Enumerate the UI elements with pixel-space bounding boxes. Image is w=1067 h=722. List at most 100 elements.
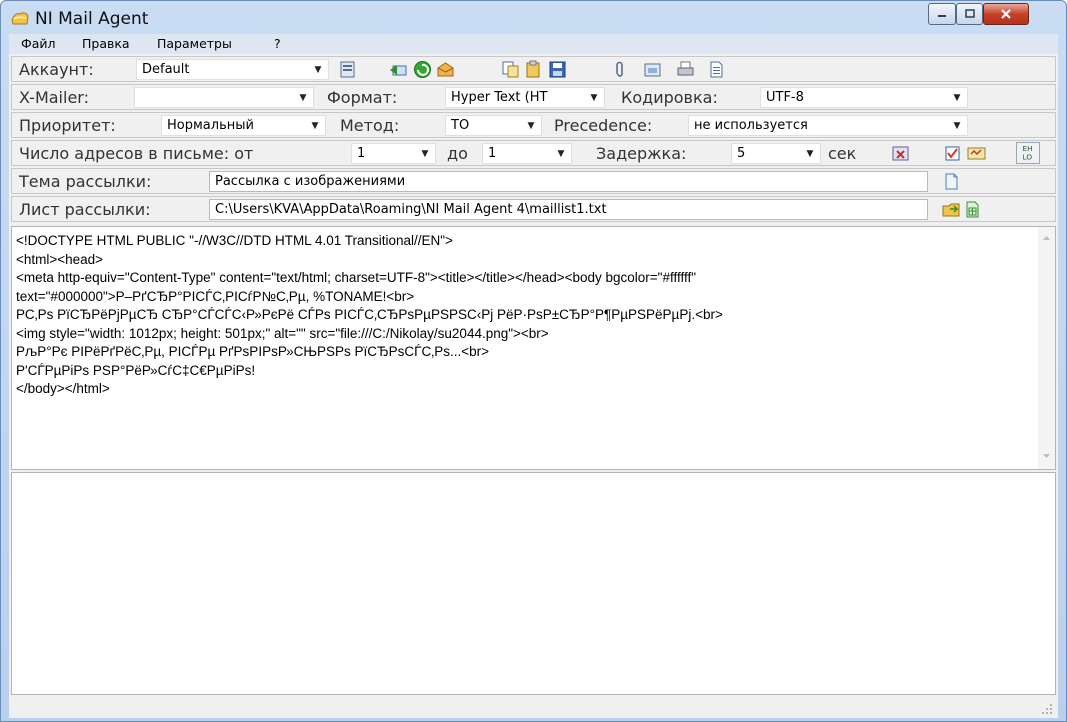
status-bar	[11, 697, 1056, 718]
address-to-combo[interactable]: 1 ▼	[482, 143, 572, 164]
account-value: Default	[142, 62, 190, 77]
chevron-down-icon: ▼	[947, 88, 967, 107]
method-label: Метод:	[340, 116, 400, 135]
xmailer-label: X-Mailer:	[19, 88, 89, 107]
open-folder-icon[interactable]	[942, 200, 961, 219]
subject-input[interactable]: Рассылка с изображениями	[209, 171, 928, 192]
maximize-icon	[964, 9, 975, 18]
save-icon[interactable]	[548, 60, 567, 79]
editor-line: </body></html>	[16, 381, 110, 396]
chevron-down-icon: ▼	[551, 144, 571, 163]
editor-line: <meta http-equiv="Content-Type" content=…	[16, 270, 697, 285]
chevron-down-icon: ▼	[308, 60, 328, 79]
editor-line: Р­С‚Рѕ РїСЂРёРјРµСЂ СЂР°СЃСЃС‹Р»РєРё СЃР…	[16, 307, 723, 322]
address-from-value: 1	[357, 146, 366, 161]
chevron-down-icon: ▼	[947, 116, 967, 135]
close-icon	[1001, 9, 1011, 19]
precedence-value: не используется	[694, 118, 808, 133]
document-icon[interactable]	[707, 60, 726, 79]
en-lo-icon: EHLO	[1023, 144, 1033, 161]
editor-line: <img style="width: 1012px; height: 501px…	[16, 325, 549, 341]
method-value: TO	[451, 118, 470, 133]
envelope-icon[interactable]	[436, 60, 455, 79]
copy-icon[interactable]	[501, 60, 520, 79]
minimize-button[interactable]	[928, 3, 956, 25]
delay-value: 5	[737, 146, 746, 161]
remove-list-icon[interactable]	[891, 144, 910, 163]
chevron-down-icon: ▼	[293, 88, 313, 107]
app-logo-icon	[11, 12, 29, 25]
delay-combo[interactable]: 5 ▼	[731, 143, 821, 164]
encoding-label: Кодировка:	[621, 88, 718, 107]
maillist-label: Лист рассылки:	[19, 200, 151, 219]
minimize-icon	[938, 15, 946, 17]
maillist-row: Лист рассылки: C:\Users\KVA\AppData\Roam…	[11, 196, 1056, 222]
priority-combo[interactable]: Нормальный ▼	[161, 115, 326, 136]
menu-help[interactable]: ?	[274, 36, 281, 51]
message-editor[interactable]: <!DOCTYPE HTML PUBLIC "-//W3C//DTD HTML …	[11, 226, 1056, 470]
maillist-input[interactable]: C:\Users\KVA\AppData\Roaming\NI Mail Age…	[209, 199, 928, 220]
priority-value: Нормальный	[167, 118, 254, 133]
encoding-combo[interactable]: UTF-8 ▼	[760, 87, 968, 108]
attach-icon[interactable]	[610, 60, 629, 79]
priority-row: Приоритет: Нормальный ▼ Метод: TO ▼ Prec…	[11, 112, 1056, 138]
format-label: Формат:	[327, 88, 398, 107]
app-window: NI Mail Agent Файл Правка Параметры ? Ак…	[0, 0, 1067, 722]
maximize-button[interactable]	[956, 3, 983, 25]
address-to-value: 1	[488, 146, 497, 161]
chevron-down-icon: ▼	[305, 116, 325, 135]
scroll-up-icon[interactable]	[1042, 235, 1051, 241]
format-combo[interactable]: Hyper Text (HT ▼	[445, 87, 605, 108]
new-document-icon[interactable]	[942, 172, 961, 191]
precedence-combo[interactable]: не используется ▼	[688, 115, 968, 136]
menu-settings[interactable]: Параметры	[157, 36, 232, 51]
chevron-down-icon: ▼	[521, 116, 541, 135]
message-source: <!DOCTYPE HTML PUBLIC "-//W3C//DTD HTML …	[12, 227, 1026, 399]
chevron-down-icon: ▼	[800, 144, 820, 163]
print-icon[interactable]	[676, 60, 695, 79]
format-value: Hyper Text (HT	[451, 90, 548, 105]
send-icon[interactable]	[389, 60, 408, 79]
menu-bar: Файл Правка Параметры ?	[9, 34, 1058, 54]
address-to-label: до	[447, 144, 468, 163]
account-row: Аккаунт: Default ▼	[11, 56, 1056, 82]
priority-label: Приоритет:	[19, 116, 116, 135]
window-title: NI Mail Agent	[35, 9, 149, 29]
address-from-combo[interactable]: 1 ▼	[351, 143, 436, 164]
editor-line: Р'СЃРµРіРѕ РЅР°РёР»СѓС‡С€РµРіРѕ!	[16, 362, 256, 378]
main-panel: Аккаунт: Default ▼ X-Mailer: ▼ Формат: H…	[9, 54, 1058, 718]
encoding-value: UTF-8	[766, 90, 804, 105]
account-properties-icon[interactable]	[338, 60, 357, 79]
svg-text:LO: LO	[1023, 152, 1033, 161]
log-panel[interactable]	[11, 472, 1056, 695]
spreadsheet-icon[interactable]	[963, 200, 982, 219]
close-button[interactable]	[983, 3, 1029, 25]
scroll-down-icon[interactable]	[1042, 453, 1051, 459]
account-combo[interactable]: Default ▼	[136, 59, 329, 80]
title-bar[interactable]: NI Mail Agent	[1, 1, 1066, 37]
editor-scrollbar[interactable]	[1038, 227, 1055, 469]
address-count-label: Число адресов в письме: от	[19, 144, 254, 163]
xmailer-combo[interactable]: ▼	[134, 87, 314, 108]
addresses-row: Число адресов в письме: от 1 ▼ до 1 ▼ За…	[11, 140, 1056, 166]
account-label: Аккаунт:	[19, 60, 94, 79]
template-icon[interactable]	[967, 144, 986, 163]
delay-label: Задержка:	[596, 144, 687, 163]
resize-grip-icon[interactable]	[1041, 703, 1053, 715]
editor-line: <html><head>	[16, 251, 104, 267]
method-combo[interactable]: TO ▼	[445, 115, 542, 136]
delay-unit-label: сек	[828, 144, 857, 163]
menu-file[interactable]: Файл	[21, 36, 56, 51]
en-lo-toggle[interactable]: EH LO	[1016, 142, 1040, 164]
receive-icon[interactable]	[413, 60, 432, 79]
editor-line: <!DOCTYPE HTML PUBLIC "-//W3C//DTD HTML …	[16, 233, 453, 248]
checkbox-icon[interactable]	[943, 144, 962, 163]
menu-edit[interactable]: Правка	[82, 36, 130, 51]
editor-line: text="#000000">Р–РґСЂР°РІСЃС‚РІСѓР№С‚Рµ,…	[16, 288, 415, 304]
paste-icon[interactable]	[524, 60, 543, 79]
precedence-label: Precedence:	[554, 116, 653, 135]
chevron-down-icon: ▼	[415, 144, 435, 163]
options-row: X-Mailer: ▼ Формат: Hyper Text (HT ▼ Код…	[11, 84, 1056, 110]
subject-row: Тема рассылки: Рассылка с изображениями	[11, 168, 1056, 194]
folder-icon[interactable]	[643, 60, 662, 79]
